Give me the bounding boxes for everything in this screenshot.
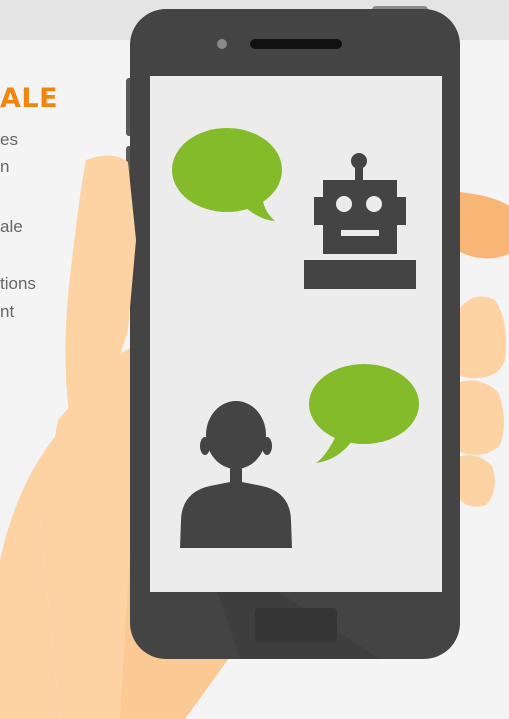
- speaker-grille: [250, 39, 342, 49]
- phone-chat-illustration: [0, 6, 509, 719]
- hand-fingers: [460, 192, 509, 507]
- camera-icon: [217, 39, 227, 49]
- home-button: [255, 608, 337, 642]
